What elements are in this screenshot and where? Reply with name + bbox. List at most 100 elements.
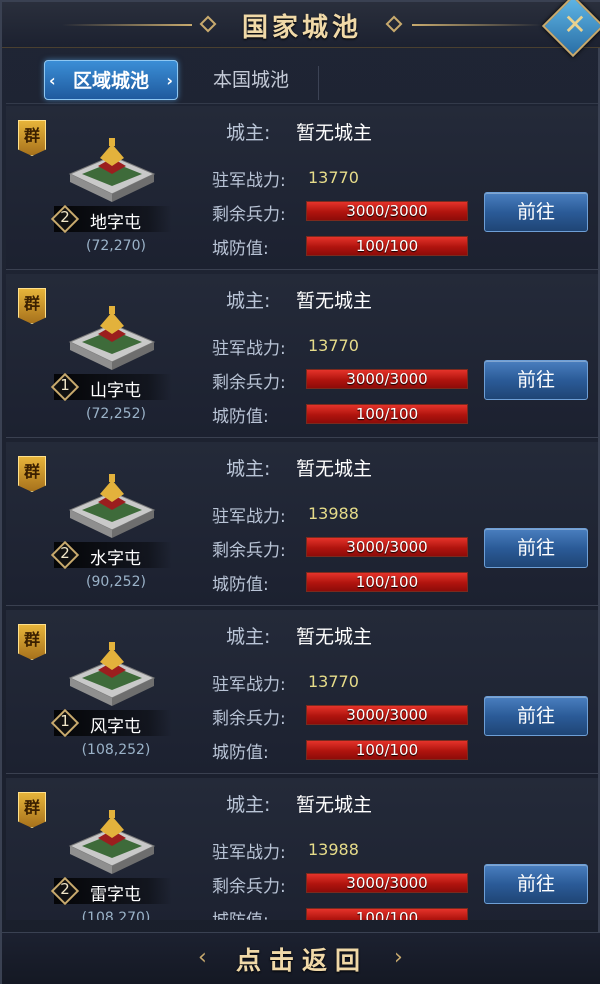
- city-level: 2: [60, 880, 70, 898]
- city-level-label: 2 雷字屯: [50, 876, 172, 906]
- power-value: 13988: [308, 504, 359, 523]
- city-fortress-icon: [68, 138, 156, 202]
- owner-label: 城主:: [226, 626, 271, 648]
- defense-value: 100/100: [355, 405, 419, 423]
- defense-label: 城防值:: [212, 407, 269, 427]
- defense-bar: 100/100: [306, 908, 468, 920]
- city-name: 地字屯: [90, 213, 141, 233]
- city-fortress-icon: [68, 306, 156, 370]
- defense-value: 100/100: [355, 741, 419, 759]
- tab-own-country-cities[interactable]: 本国城池: [196, 60, 306, 100]
- city-level: 1: [60, 712, 70, 730]
- city-coordinates: (108,252): [81, 742, 151, 758]
- troops-bar: 3000/3000: [306, 201, 468, 221]
- back-button[interactable]: 点击返回: [2, 941, 600, 977]
- power-value: 13988: [308, 840, 359, 859]
- city-row: 群 2 水字屯 (90,252) 城主: 暂无城主 驻军战力: 13988 剩余…: [6, 442, 598, 606]
- city-name: 水字屯: [90, 549, 141, 569]
- owner-label: 城主:: [226, 458, 271, 480]
- troops-label: 剩余兵力:: [212, 877, 286, 897]
- power-label: 驻军战力:: [212, 339, 286, 359]
- defense-label: 城防值:: [212, 743, 269, 763]
- city-name: 风字屯: [90, 717, 141, 737]
- troops-label: 剩余兵力:: [212, 373, 286, 393]
- city-level: 2: [60, 208, 70, 226]
- goto-button[interactable]: 前往: [484, 528, 588, 568]
- chevron-right-icon: ›: [394, 945, 403, 970]
- owner-value: 暂无城主: [296, 626, 373, 648]
- city-coordinates: (72,252): [86, 406, 146, 422]
- owner-label: 城主:: [226, 122, 271, 144]
- defense-value: 100/100: [355, 237, 419, 255]
- city-list[interactable]: 群 2 地字屯 (72,270) 城主: 暂无城主 驻军战力: 13770 剩余…: [6, 106, 598, 920]
- owner-label: 城主:: [226, 794, 271, 816]
- troops-value: 3000/3000: [346, 370, 428, 388]
- owner-value: 暂无城主: [296, 122, 373, 144]
- power-label: 驻军战力:: [212, 507, 286, 527]
- city-level-label: 2 地字屯: [50, 204, 172, 234]
- city-fortress-icon: [68, 474, 156, 538]
- city-level: 1: [60, 376, 70, 394]
- goto-button[interactable]: 前往: [484, 360, 588, 400]
- tab-label: 区域城池: [72, 70, 149, 92]
- owner-value: 暂无城主: [296, 290, 373, 312]
- faction-badge: 群: [18, 288, 46, 324]
- troops-bar: 3000/3000: [306, 369, 468, 389]
- power-value: 13770: [308, 672, 359, 691]
- power-label: 驻军战力:: [212, 675, 286, 695]
- owner-value: 暂无城主: [296, 458, 373, 480]
- tab-bar: ‹ 区域城池 › 本国城池: [6, 56, 598, 104]
- city-row: 群 1 风字屯 (108,252) 城主: 暂无城主 驻军战力: 13770 剩…: [6, 610, 598, 774]
- city-name: 山字屯: [90, 381, 141, 401]
- chevron-right-icon: ›: [166, 71, 173, 90]
- troops-value: 3000/3000: [346, 538, 428, 556]
- troops-label: 剩余兵力:: [212, 205, 286, 225]
- power-value: 13770: [308, 336, 359, 355]
- goto-button[interactable]: 前往: [484, 696, 588, 736]
- city-level-label: 1 山字屯: [50, 372, 172, 402]
- troops-label: 剩余兵力:: [212, 541, 286, 561]
- troops-value: 3000/3000: [346, 874, 428, 892]
- tab-divider: [318, 66, 319, 100]
- defense-label: 城防值:: [212, 239, 269, 259]
- city-level-label: 1 风字屯: [50, 708, 172, 738]
- chevron-left-icon: ‹: [49, 71, 56, 90]
- city-list-panel: 国家城池 ✕ ‹ 区域城池 › 本国城池 群 2 地字屯 (72,270) 城主…: [0, 0, 600, 984]
- defense-bar: 100/100: [306, 404, 468, 424]
- title-ornament-right: [412, 24, 542, 26]
- troops-bar: 3000/3000: [306, 705, 468, 725]
- defense-label: 城防值:: [212, 575, 269, 595]
- city-row: 群 2 雷字屯 (108,270) 城主: 暂无城主 驻军战力: 13988 剩…: [6, 778, 598, 920]
- faction-badge: 群: [18, 792, 46, 828]
- power-value: 13770: [308, 168, 359, 187]
- defense-bar: 100/100: [306, 572, 468, 592]
- power-label: 驻军战力:: [212, 171, 286, 191]
- goto-button[interactable]: 前往: [484, 192, 588, 232]
- city-coordinates: (108,270): [81, 910, 151, 920]
- defense-bar: 100/100: [306, 236, 468, 256]
- power-label: 驻军战力:: [212, 843, 286, 863]
- city-coordinates: (90,252): [86, 574, 146, 590]
- troops-value: 3000/3000: [346, 706, 428, 724]
- faction-badge: 群: [18, 120, 46, 156]
- back-bar[interactable]: ‹ 点击返回 ›: [2, 932, 600, 984]
- troops-bar: 3000/3000: [306, 873, 468, 893]
- troops-bar: 3000/3000: [306, 537, 468, 557]
- goto-button[interactable]: 前往: [484, 864, 588, 904]
- city-coordinates: (72,270): [86, 238, 146, 254]
- defense-value: 100/100: [355, 909, 419, 920]
- defense-bar: 100/100: [306, 740, 468, 760]
- owner-label: 城主:: [226, 290, 271, 312]
- city-name: 雷字屯: [90, 885, 141, 905]
- city-row: 群 2 地字屯 (72,270) 城主: 暂无城主 驻军战力: 13770 剩余…: [6, 106, 598, 270]
- tab-label: 本国城池: [212, 69, 289, 91]
- defense-value: 100/100: [355, 573, 419, 591]
- close-x-icon[interactable]: ✕: [555, 6, 595, 46]
- troops-value: 3000/3000: [346, 202, 428, 220]
- tab-region-cities[interactable]: ‹ 区域城池 ›: [44, 60, 178, 100]
- city-level: 2: [60, 544, 70, 562]
- title-bar: 国家城池: [2, 2, 600, 48]
- city-level-label: 2 水字屯: [50, 540, 172, 570]
- city-fortress-icon: [68, 810, 156, 874]
- city-fortress-icon: [68, 642, 156, 706]
